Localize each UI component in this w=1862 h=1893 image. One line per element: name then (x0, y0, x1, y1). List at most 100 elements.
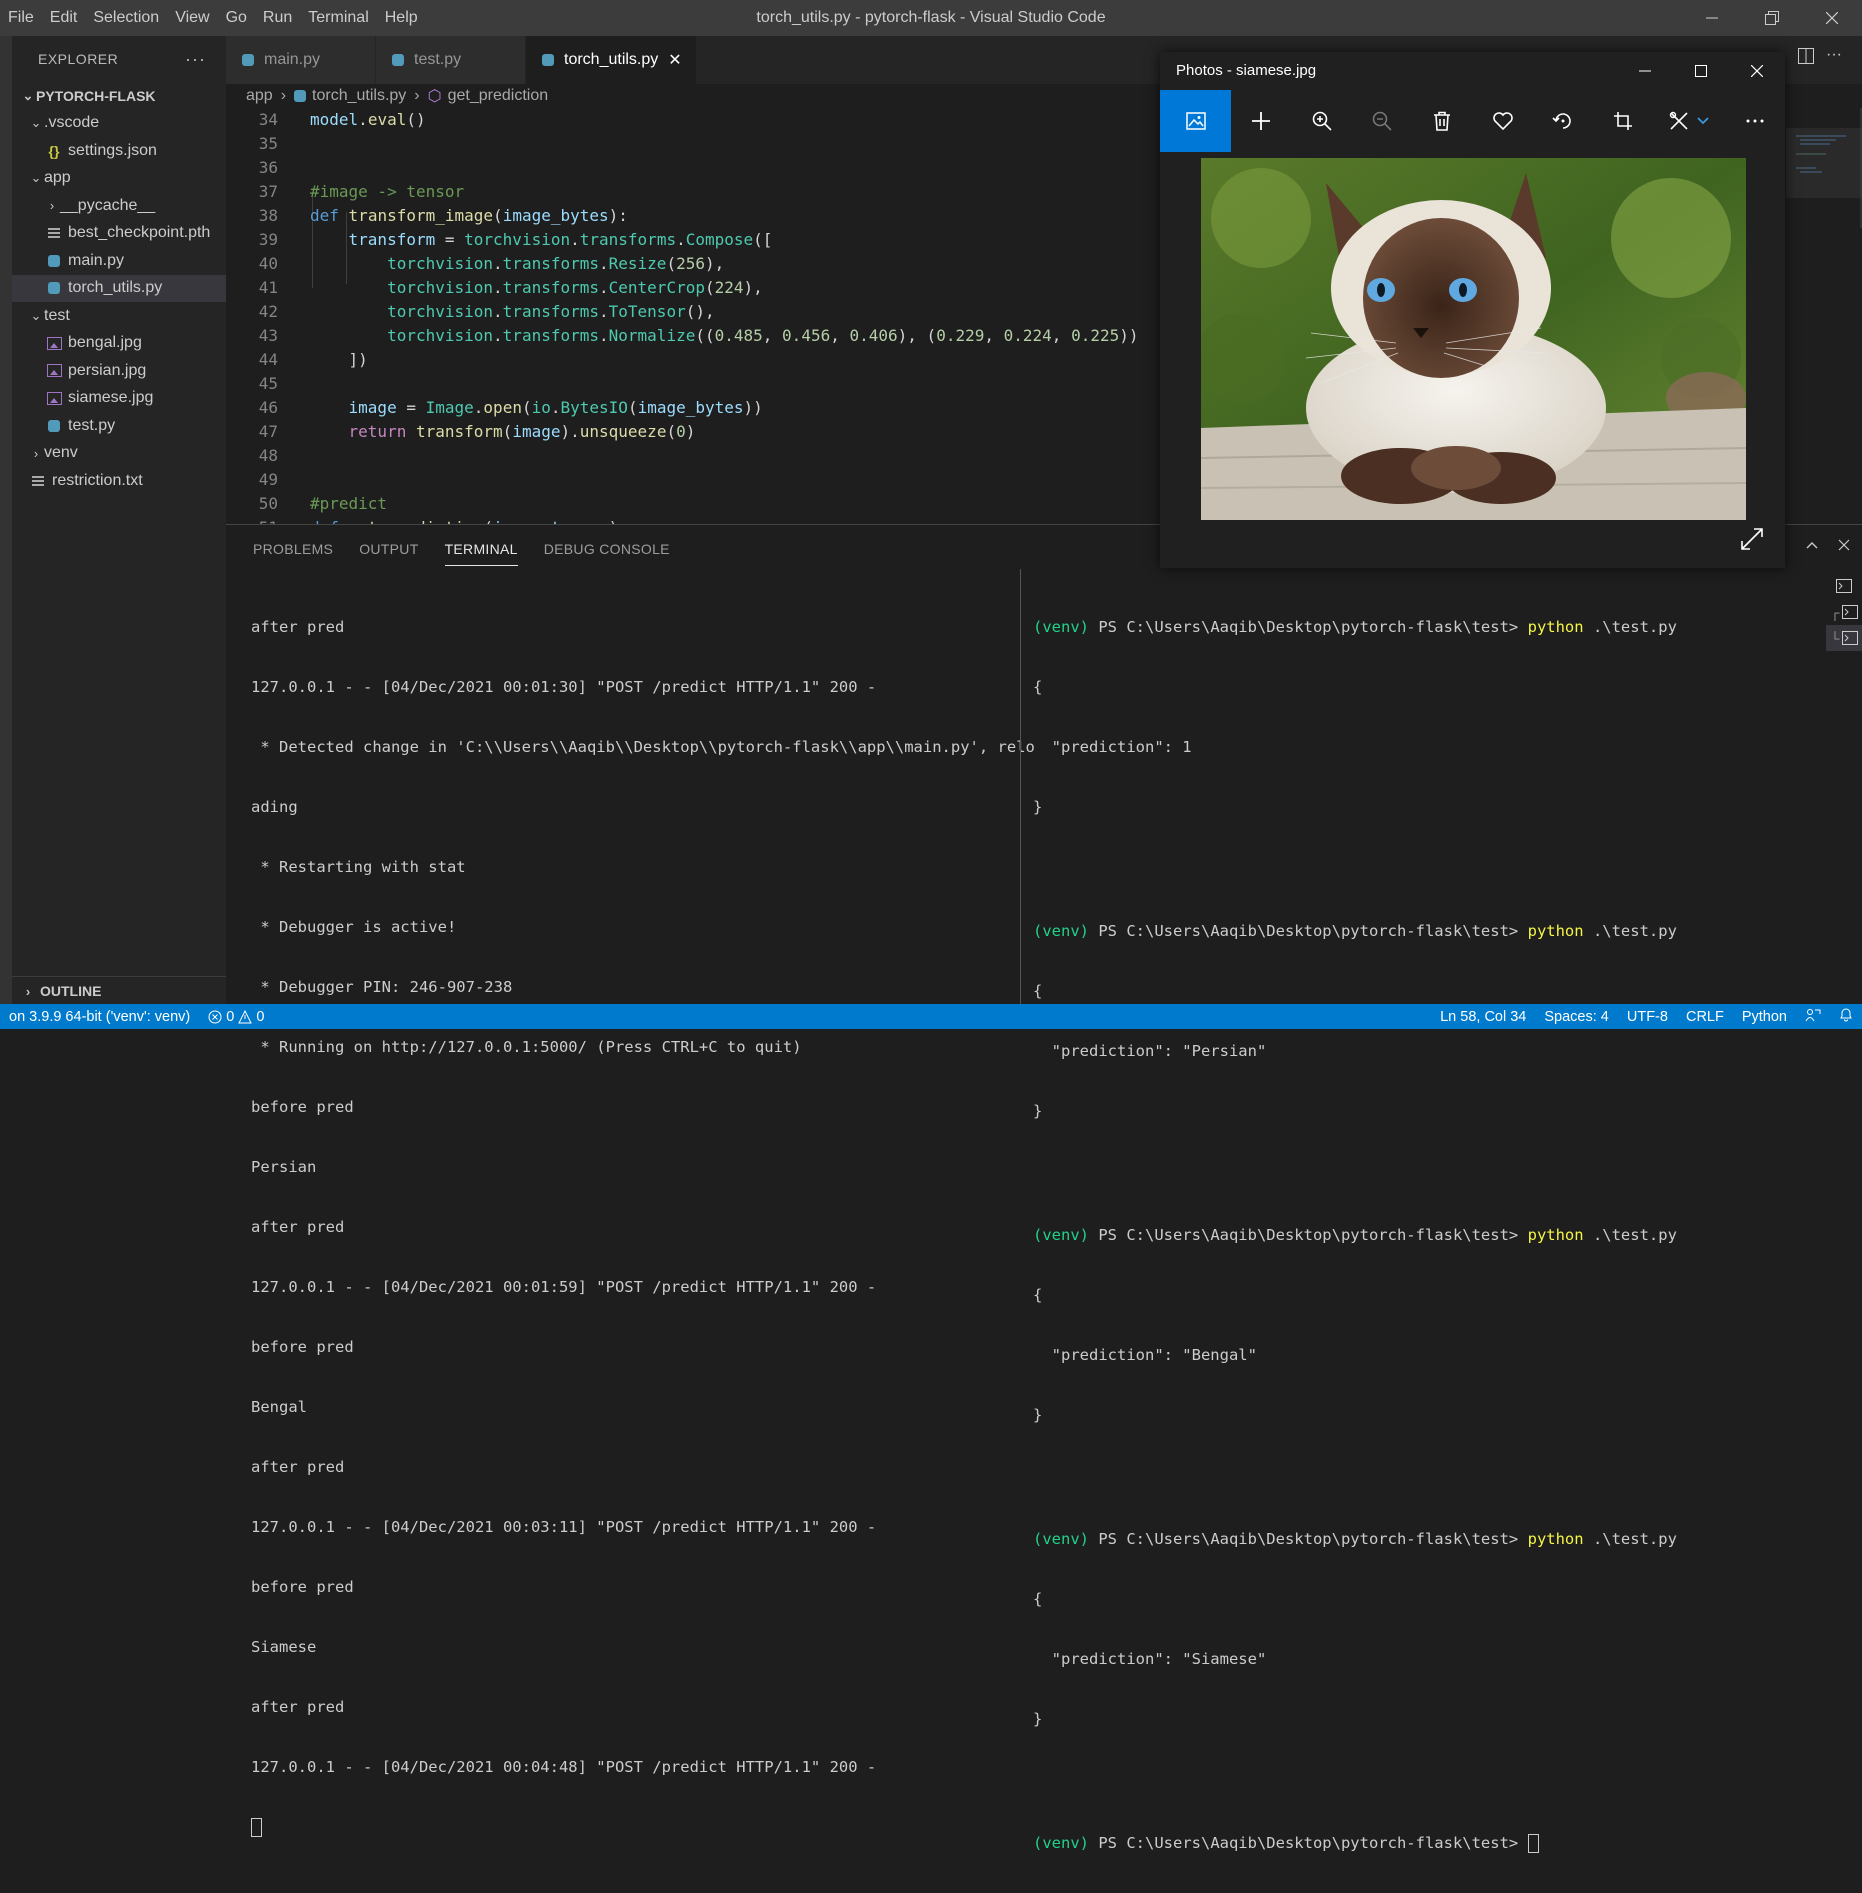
menu-help[interactable]: Help (377, 0, 426, 36)
terminal-client-output[interactable]: (venv) PS C:\Users\Aaqib\Desktop\pytorch… (1033, 577, 1677, 1893)
photos-close-button[interactable] (1729, 52, 1785, 90)
zoom-in-icon (1312, 111, 1332, 131)
notifications-icon[interactable] (1830, 1007, 1862, 1026)
photos-window[interactable]: Photos - siamese.jpg (1160, 52, 1785, 568)
tab-main-py[interactable]: main.py (226, 36, 376, 84)
menu-view[interactable]: View (167, 0, 217, 36)
terminal-instance-2[interactable]: ┌ (1826, 599, 1862, 625)
chevron-up-icon[interactable] (1804, 537, 1820, 553)
favorite-button[interactable] (1473, 90, 1533, 152)
tab-torch-utils-py[interactable]: torch_utils.py ✕ (526, 36, 697, 84)
menu-run[interactable]: Run (255, 0, 300, 36)
cat-photo[interactable] (1201, 158, 1746, 520)
window-controls (1682, 0, 1862, 36)
photos-toolbar (1160, 90, 1785, 152)
terminal-instance-1[interactable] (1826, 573, 1862, 599)
minimap[interactable] (1786, 108, 1862, 524)
tree-item-pycache[interactable]: › __pycache__ (12, 192, 226, 220)
line-number: 49 (258, 470, 278, 489)
zoom-out-button[interactable] (1352, 90, 1412, 152)
menu-edit[interactable]: Edit (42, 0, 86, 36)
json-file-icon: {} (48, 142, 60, 159)
tab-terminal[interactable]: TERMINAL (444, 533, 518, 566)
tree-item-persian-jpg[interactable]: persian.jpg (12, 357, 226, 385)
more-options-button[interactable] (1725, 90, 1785, 152)
python-interpreter[interactable]: on 3.9.9 64-bit ('venv': venv) (0, 1009, 199, 1025)
terminal-icon (1841, 605, 1858, 619)
tree-item-test-py[interactable]: test.py (12, 412, 226, 440)
tree-item-bengal-jpg[interactable]: bengal.jpg (12, 330, 226, 358)
tab-test-py[interactable]: test.py (376, 36, 526, 84)
cursor-position[interactable]: Ln 58, Col 34 (1431, 1009, 1535, 1025)
tree-item-venv[interactable]: › venv (12, 440, 226, 468)
python-file-icon (44, 419, 64, 432)
command-arg: .\test.py (1583, 1530, 1677, 1548)
crop-button[interactable] (1593, 90, 1653, 152)
image-file-icon (44, 336, 64, 350)
delete-button[interactable] (1412, 90, 1472, 152)
add-to-button[interactable] (1231, 90, 1291, 152)
outline-section[interactable]: › OUTLINE (12, 976, 226, 1005)
line-number: 45 (258, 374, 278, 393)
close-tab-icon[interactable]: ✕ (668, 50, 681, 70)
problems-indicator[interactable]: 0 0 (199, 1009, 273, 1025)
terminal-prompt: (venv) PS C:\Users\Aaqib\Desktop\pytorch… (1033, 617, 1677, 637)
breadcrumb-symbol[interactable]: get_prediction (448, 87, 549, 105)
line-number: 46 (258, 398, 278, 417)
more-icon (1746, 119, 1764, 123)
close-icon (1826, 12, 1838, 24)
tab-output[interactable]: OUTPUT (359, 533, 418, 565)
tree-item-main-py[interactable]: main.py (12, 247, 226, 275)
photos-title-bar[interactable]: Photos - siamese.jpg (1160, 52, 1785, 90)
chevron-right-icon: › (49, 198, 55, 214)
tree-item-settings-json[interactable]: {} settings.json (12, 137, 226, 165)
photos-maximize-button[interactable] (1673, 52, 1729, 90)
tree-item-vscode[interactable]: ⌄ .vscode (12, 110, 226, 138)
feedback-icon[interactable] (1796, 1008, 1830, 1026)
tree-item-siamese-jpg[interactable]: siamese.jpg (12, 385, 226, 413)
zoom-in-button[interactable] (1292, 90, 1352, 152)
venv-label: (venv) (1033, 618, 1089, 636)
close-panel-icon[interactable] (1836, 537, 1852, 553)
tree-item-torch-utils-py[interactable]: torch_utils.py (12, 274, 226, 302)
photos-minimize-button[interactable] (1617, 52, 1673, 90)
project-root[interactable]: ⌄ PYTORCH-FLASK (12, 82, 226, 110)
menu-go[interactable]: Go (218, 0, 255, 36)
json-brace: { (1033, 982, 1043, 1000)
tree-item-restriction-txt[interactable]: restriction.txt (12, 467, 226, 495)
terminal-server-output[interactable]: after pred 127.0.0.1 - - [04/Dec/2021 00… (251, 577, 1035, 1877)
tree-item-best-checkpoint[interactable]: best_checkpoint.pth (12, 220, 226, 248)
tree-item-label: restriction.txt (52, 471, 143, 489)
minimize-button[interactable] (1682, 0, 1742, 36)
terminal-line: Siamese (251, 1638, 317, 1656)
more-actions-icon[interactable]: ··· (185, 49, 206, 70)
chevron-right-icon: › (414, 87, 420, 104)
menu-file[interactable]: File (0, 0, 42, 36)
edit-button[interactable] (1654, 90, 1725, 152)
terminal-line: * Detected change in 'C:\\Users\\Aaqib\\… (251, 738, 1035, 756)
line-number: 38 (258, 206, 278, 225)
menu-selection[interactable]: Selection (85, 0, 167, 36)
encoding[interactable]: UTF-8 (1618, 1009, 1677, 1025)
tree-item-test[interactable]: ⌄ test (12, 302, 226, 330)
menu-terminal[interactable]: Terminal (300, 0, 376, 36)
restore-button[interactable] (1742, 0, 1802, 36)
tab-problems[interactable]: PROBLEMS (253, 533, 333, 565)
split-editor-icon[interactable] (1798, 48, 1814, 64)
see-all-photos-button[interactable] (1160, 90, 1232, 152)
tree-item-app[interactable]: ⌄ app (12, 165, 226, 193)
rotate-button[interactable] (1533, 90, 1593, 152)
terminal-split-divider[interactable] (1020, 569, 1021, 1005)
breadcrumb-file[interactable]: torch_utils.py (312, 87, 406, 105)
chevron-down-icon: ⌄ (30, 307, 42, 323)
more-actions-icon[interactable]: ··· (1826, 47, 1842, 72)
terminal-instance-3[interactable]: └ (1826, 625, 1862, 651)
indentation[interactable]: Spaces: 4 (1535, 1009, 1618, 1025)
line-ending[interactable]: CRLF (1677, 1009, 1733, 1025)
close-button[interactable] (1802, 0, 1862, 36)
tab-debug-console[interactable]: DEBUG CONSOLE (544, 533, 670, 565)
language-mode[interactable]: Python (1733, 1009, 1796, 1025)
breadcrumb-folder[interactable]: app (246, 87, 273, 105)
full-screen-button[interactable] (1737, 524, 1767, 554)
terminal-line: * Restarting with stat (251, 858, 466, 876)
